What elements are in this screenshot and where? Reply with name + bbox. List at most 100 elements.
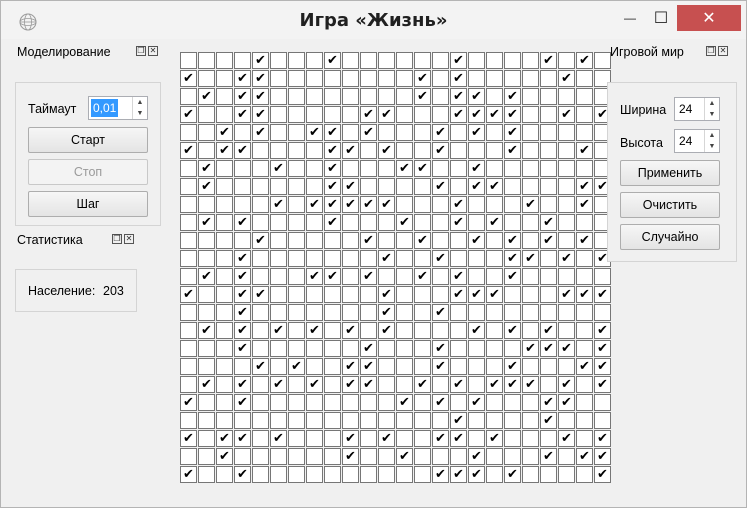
board-cell[interactable] bbox=[450, 448, 467, 465]
board-cell[interactable]: ✔ bbox=[252, 124, 269, 141]
board-cell[interactable] bbox=[396, 142, 413, 159]
board-cell[interactable] bbox=[576, 340, 593, 357]
board-cell[interactable] bbox=[486, 322, 503, 339]
board-cell[interactable] bbox=[288, 160, 305, 177]
board-cell[interactable] bbox=[324, 322, 341, 339]
board-cell[interactable]: ✔ bbox=[180, 142, 197, 159]
board-cell[interactable] bbox=[450, 358, 467, 375]
board-cell[interactable] bbox=[396, 70, 413, 87]
board-cell[interactable] bbox=[396, 178, 413, 195]
board-cell[interactable]: ✔ bbox=[378, 196, 395, 213]
board-cell[interactable]: ✔ bbox=[468, 178, 485, 195]
board-cell[interactable]: ✔ bbox=[270, 196, 287, 213]
board-cell[interactable] bbox=[216, 70, 233, 87]
board-cell[interactable] bbox=[216, 268, 233, 285]
board-cell[interactable]: ✔ bbox=[378, 250, 395, 267]
board-cell[interactable]: ✔ bbox=[360, 358, 377, 375]
board-cell[interactable]: ✔ bbox=[522, 250, 539, 267]
board-cell[interactable]: ✔ bbox=[198, 376, 215, 393]
board-cell[interactable] bbox=[540, 304, 557, 321]
board-cell[interactable]: ✔ bbox=[198, 268, 215, 285]
board-cell[interactable] bbox=[432, 286, 449, 303]
board-cell[interactable] bbox=[558, 88, 575, 105]
board-cell[interactable] bbox=[216, 466, 233, 483]
board-cell[interactable] bbox=[576, 160, 593, 177]
board-cell[interactable] bbox=[180, 412, 197, 429]
spin-down-icon[interactable]: ▼ bbox=[705, 141, 719, 152]
board-cell[interactable]: ✔ bbox=[522, 376, 539, 393]
board-cell[interactable] bbox=[270, 52, 287, 69]
board-cell[interactable] bbox=[270, 232, 287, 249]
board-cell[interactable]: ✔ bbox=[324, 52, 341, 69]
board-cell[interactable] bbox=[540, 430, 557, 447]
board-cell[interactable] bbox=[270, 466, 287, 483]
board-cell[interactable]: ✔ bbox=[306, 376, 323, 393]
board-cell[interactable] bbox=[234, 448, 251, 465]
board-cell[interactable] bbox=[522, 412, 539, 429]
board-cell[interactable] bbox=[468, 214, 485, 231]
board-cell[interactable] bbox=[468, 430, 485, 447]
board-cell[interactable] bbox=[486, 70, 503, 87]
board-cell[interactable] bbox=[180, 196, 197, 213]
board-cell[interactable]: ✔ bbox=[252, 88, 269, 105]
board-cell[interactable] bbox=[396, 106, 413, 123]
board-cell[interactable] bbox=[360, 52, 377, 69]
board-cell[interactable] bbox=[216, 322, 233, 339]
board-cell[interactable] bbox=[540, 160, 557, 177]
board-cell[interactable]: ✔ bbox=[468, 232, 485, 249]
board-cell[interactable] bbox=[360, 88, 377, 105]
board-cell[interactable] bbox=[522, 448, 539, 465]
random-button[interactable]: Случайно bbox=[620, 224, 720, 250]
board-cell[interactable] bbox=[486, 412, 503, 429]
board-cell[interactable]: ✔ bbox=[450, 106, 467, 123]
board-cell[interactable] bbox=[234, 358, 251, 375]
board-cell[interactable]: ✔ bbox=[414, 268, 431, 285]
board-cell[interactable] bbox=[324, 88, 341, 105]
board-cell[interactable]: ✔ bbox=[486, 376, 503, 393]
board-cell[interactable] bbox=[504, 160, 521, 177]
board-cell[interactable]: ✔ bbox=[234, 106, 251, 123]
board-cell[interactable] bbox=[414, 52, 431, 69]
board-cell[interactable] bbox=[396, 88, 413, 105]
board-cell[interactable] bbox=[594, 304, 611, 321]
board-cell[interactable] bbox=[414, 340, 431, 357]
board-cell[interactable] bbox=[504, 394, 521, 411]
board-cell[interactable] bbox=[414, 322, 431, 339]
board-cell[interactable]: ✔ bbox=[558, 376, 575, 393]
board-cell[interactable] bbox=[396, 412, 413, 429]
float-icon[interactable]: ❐ bbox=[706, 46, 716, 56]
board-cell[interactable]: ✔ bbox=[252, 106, 269, 123]
board-cell[interactable]: ✔ bbox=[558, 340, 575, 357]
board-cell[interactable] bbox=[396, 250, 413, 267]
title-bar[interactable]: Игра «Жизнь» — ☐ ✕ bbox=[1, 1, 746, 39]
board-cell[interactable] bbox=[450, 340, 467, 357]
board-cell[interactable] bbox=[558, 178, 575, 195]
board-cell[interactable]: ✔ bbox=[540, 52, 557, 69]
board-cell[interactable] bbox=[432, 196, 449, 213]
board-cell[interactable] bbox=[360, 160, 377, 177]
board-cell[interactable] bbox=[504, 214, 521, 231]
board-cell[interactable]: ✔ bbox=[504, 88, 521, 105]
board-cell[interactable] bbox=[216, 196, 233, 213]
board-cell[interactable] bbox=[468, 70, 485, 87]
board-cell[interactable] bbox=[468, 142, 485, 159]
board-cell[interactable] bbox=[198, 196, 215, 213]
board-cell[interactable] bbox=[558, 466, 575, 483]
board-cell[interactable] bbox=[216, 286, 233, 303]
board-cell[interactable] bbox=[216, 394, 233, 411]
board-cell[interactable] bbox=[360, 142, 377, 159]
board-cell[interactable]: ✔ bbox=[432, 394, 449, 411]
board-cell[interactable] bbox=[180, 376, 197, 393]
board-cell[interactable] bbox=[270, 394, 287, 411]
board-cell[interactable] bbox=[270, 142, 287, 159]
board-cell[interactable] bbox=[306, 250, 323, 267]
board-cell[interactable] bbox=[306, 70, 323, 87]
board-cell[interactable]: ✔ bbox=[396, 214, 413, 231]
board-cell[interactable] bbox=[252, 268, 269, 285]
board-cell[interactable]: ✔ bbox=[270, 430, 287, 447]
board-cell[interactable] bbox=[252, 394, 269, 411]
board-cell[interactable] bbox=[522, 106, 539, 123]
board-cell[interactable] bbox=[234, 160, 251, 177]
board-cell[interactable] bbox=[306, 394, 323, 411]
board-cell[interactable] bbox=[432, 232, 449, 249]
